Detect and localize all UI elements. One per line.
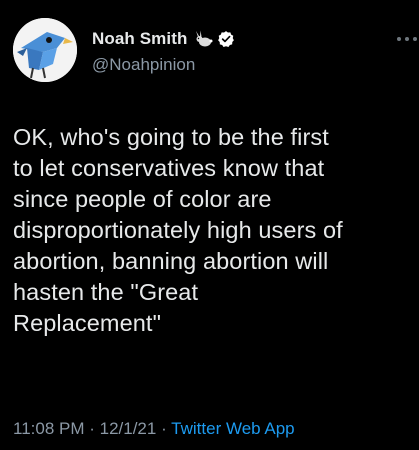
author-display-name[interactable]: Noah Smith xyxy=(92,29,187,49)
meta-separator: · xyxy=(156,419,172,438)
author-handle[interactable]: @Noahpinion xyxy=(92,55,195,75)
avatar[interactable] xyxy=(13,18,77,82)
tweet-text: OK, who's going to be the first to let c… xyxy=(13,124,343,336)
tweet-card: Noah Smith @Noahpinion OK, who's going t… xyxy=(0,0,419,450)
more-options-icon[interactable] xyxy=(395,31,419,41)
tweet-time[interactable]: 11:08 PM xyxy=(13,419,85,438)
avatar-image xyxy=(13,18,77,82)
author-name-row: Noah Smith xyxy=(92,28,235,50)
verified-badge-icon xyxy=(217,30,235,48)
meta-separator: · xyxy=(84,419,100,438)
rabbit-icon xyxy=(193,30,213,48)
tweet-date[interactable]: 12/1/21 xyxy=(100,419,157,438)
tweet-meta: 11:08 PM · 12/1/21 · Twitter Web App xyxy=(13,419,295,439)
tweet-source-link[interactable]: Twitter Web App xyxy=(171,419,294,438)
